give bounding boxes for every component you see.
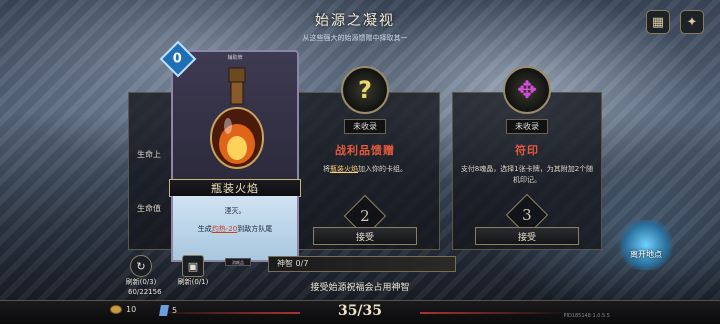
progress-counter: 35/35 [337, 303, 383, 319]
card-text-box: 湮灭。 生成灼热-20到敌方队尾 消耗品 [171, 196, 299, 266]
accept-button-sigil[interactable]: 接受 [475, 227, 579, 245]
card-footer: 消耗品 [225, 258, 251, 266]
reward-title: 符印 [515, 144, 539, 157]
status-badge: 未收录 [506, 119, 548, 134]
desc-prefix: 将 [323, 165, 330, 173]
status-text: 接受始源祝福会占用神智 [310, 283, 410, 293]
portal-label: 离开地点 [630, 250, 662, 259]
cost-value: 3 [522, 205, 532, 224]
compass-button[interactable]: ✦ [680, 10, 704, 34]
reward-description: 支付8魂晶，选择1张卡牌，为其附加2个随机印记。 [460, 165, 594, 184]
divine-value: 0/7 [295, 259, 309, 268]
sigil-icon: ✥ [503, 66, 551, 114]
accept-button-loot[interactable]: 接受 [313, 227, 417, 245]
leave-location-button[interactable]: 离开地点 [618, 220, 674, 270]
game-screen: 始源之凝视 从这些强大的始源馈赠中择取其一 ▦ ✦ 生命上 生命值 ? 未收录 … [0, 0, 720, 324]
card-art-frame: 辅助牌 [171, 50, 299, 182]
card-bottled-flame[interactable]: 辅助牌 0 瓶装火焰 湮灭。 生成灼热-20到敌方队尾 消耗品 [159, 40, 301, 266]
header: 始源之凝视 从这些强大的始源馈赠中择取其一 [205, 10, 505, 46]
panel-text-b: 生命值 [137, 204, 161, 213]
effect-suffix: 到敌方队尾 [237, 225, 273, 233]
divine-label: 神智 [277, 259, 293, 268]
card-cost: 0 [173, 51, 183, 67]
refresh-card-icon: ▣ [182, 255, 204, 277]
loot-question-icon: ? [341, 66, 389, 114]
reward-description: 将瓶装火焰加入你的卡组。 [290, 164, 440, 175]
effect-prefix: 生成 [197, 225, 212, 233]
effect-link[interactable]: 灼热-20 [212, 225, 237, 233]
card-name: 瓶装火焰 [169, 179, 301, 197]
version-text: PID185148 1.0.5.5 [563, 313, 610, 319]
panel-text-a: 生命上 [137, 150, 161, 159]
page-subtitle: 从这些强大的始源馈赠中择取其一 [302, 34, 408, 42]
cost-value: 2 [360, 206, 370, 225]
flask-icon [210, 67, 264, 169]
card-effect: 生成灼热-20到敌方队尾 [173, 224, 297, 234]
reward-sigil[interactable]: ✥ 未收录 符印 支付8魂晶，选择1张卡牌，为其附加2个随机印记。 3 [452, 66, 602, 237]
reward-title: 战利品馈赠 [335, 144, 395, 157]
desc-card-link[interactable]: 瓶装火焰 [330, 165, 358, 173]
map-icon: ▦ [651, 14, 665, 30]
page-title: 始源之凝视 [315, 13, 395, 29]
map-button[interactable]: ▦ [646, 10, 670, 34]
compass-icon: ✦ [686, 14, 698, 30]
refresh-icon: ↻ [130, 255, 152, 277]
divine-bar: 神智 0/7 [268, 256, 456, 272]
desc-suffix: 加入你的卡组。 [358, 165, 407, 173]
bottom-bar: 10 5 35/35 PID185148 1.0.5.5 [0, 300, 720, 324]
card-keyword: 湮灭。 [224, 207, 246, 215]
reward-loot-gift[interactable]: ? 未收录 战利品馈赠 将瓶装火焰加入你的卡组。 2 [290, 66, 440, 238]
status-badge: 未收录 [344, 119, 386, 134]
